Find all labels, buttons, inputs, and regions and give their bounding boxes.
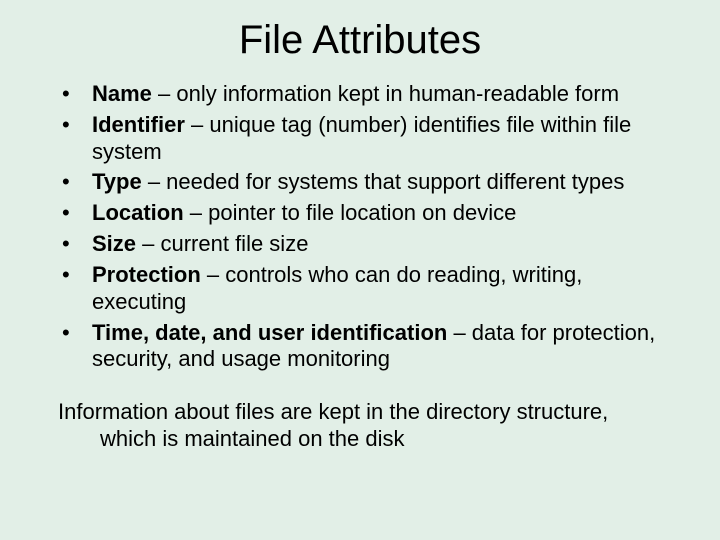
- bullet-term: Name: [92, 81, 152, 106]
- bullet-term: Type: [92, 169, 142, 194]
- list-item: Type – needed for systems that support d…: [58, 169, 670, 196]
- bullet-term: Protection: [92, 262, 201, 287]
- bullet-term: Identifier: [92, 112, 185, 137]
- bullet-list: Name – only information kept in human-re…: [50, 81, 670, 373]
- bullet-desc: – pointer to file location on device: [184, 200, 517, 225]
- list-item: Size – current file size: [58, 231, 670, 258]
- list-item: Identifier – unique tag (number) identif…: [58, 112, 670, 166]
- bullet-term: Size: [92, 231, 136, 256]
- list-item: Time, date, and user identification – da…: [58, 320, 670, 374]
- slide: File Attributes Name – only information …: [0, 0, 720, 540]
- bullet-desc: – only information kept in human-readabl…: [152, 81, 619, 106]
- bullet-desc: – current file size: [136, 231, 308, 256]
- bullet-term: Time, date, and user identification: [92, 320, 447, 345]
- bullet-desc: – needed for systems that support differ…: [142, 169, 625, 194]
- list-item: Location – pointer to file location on d…: [58, 200, 670, 227]
- bullet-term: Location: [92, 200, 184, 225]
- slide-title: File Attributes: [50, 18, 670, 63]
- list-item: Name – only information kept in human-re…: [58, 81, 670, 108]
- footer-text-content: Information about files are kept in the …: [58, 399, 670, 453]
- footer-text: Information about files are kept in the …: [50, 399, 670, 453]
- list-item: Protection – controls who can do reading…: [58, 262, 670, 316]
